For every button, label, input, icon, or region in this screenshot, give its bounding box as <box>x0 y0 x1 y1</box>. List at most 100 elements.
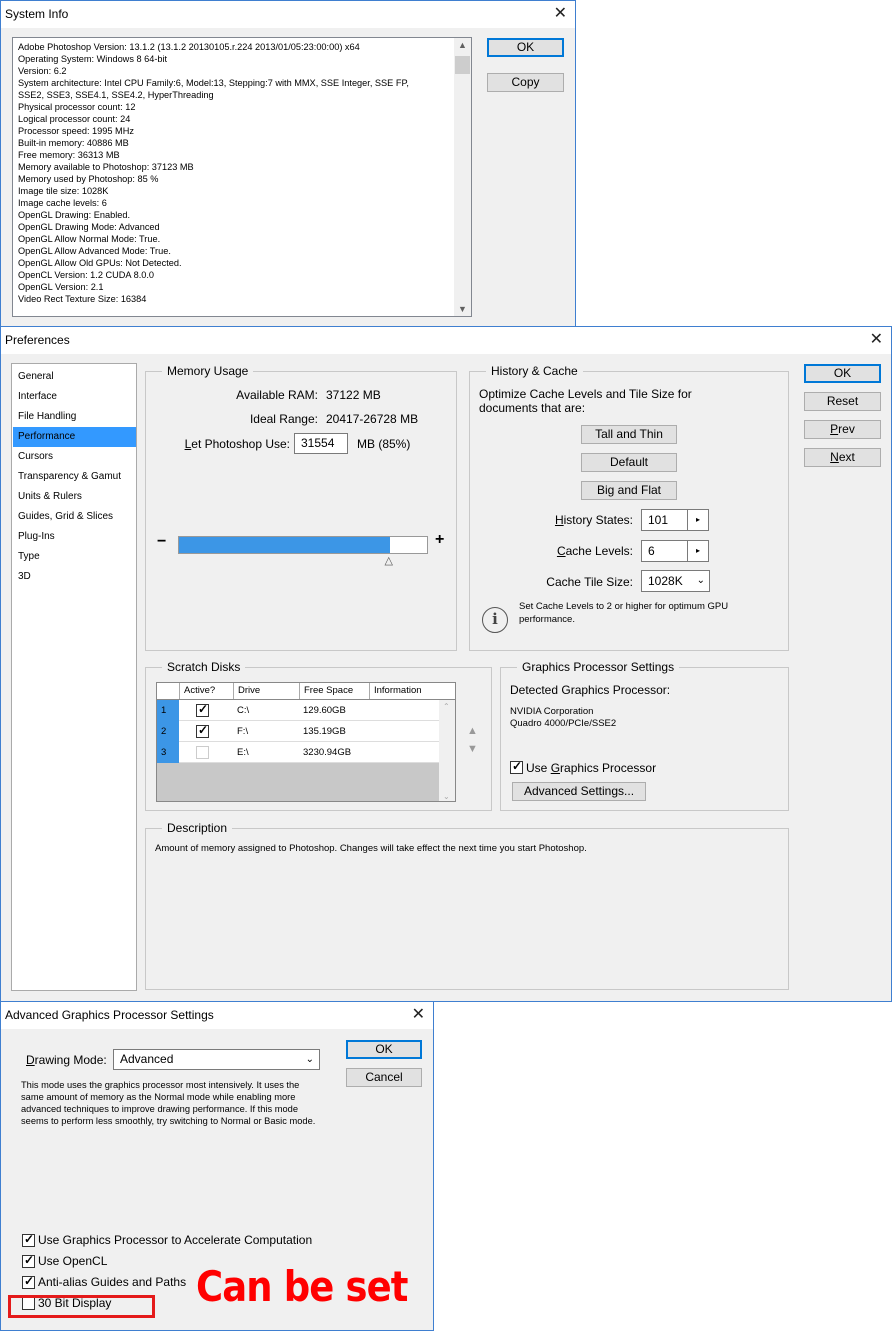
active-checkbox[interactable] <box>196 702 209 717</box>
scratch-col-header[interactable]: Drive <box>233 683 299 699</box>
chevron-down-icon: ⌄ <box>696 575 705 586</box>
minus-icon[interactable]: − <box>157 533 166 551</box>
nav-item-units-rulers[interactable]: Units & Rulers <box>13 487 136 507</box>
preferences-title: Preferences <box>5 333 70 347</box>
table-row[interactable]: 3 E:\ 3230.94GB <box>157 742 441 763</box>
close-icon[interactable]: ✕ <box>870 327 883 354</box>
close-icon[interactable]: ✕ <box>554 1 567 28</box>
cache-levels-input[interactable]: 6 <box>641 540 688 562</box>
move-down-icon[interactable]: ▼ <box>467 743 478 755</box>
system-info-line: OpenGL Drawing: Enabled. <box>18 210 131 220</box>
nav-item-type[interactable]: Type <box>13 547 136 567</box>
scratch-col-header[interactable]: Free Space <box>299 683 369 699</box>
plus-icon[interactable]: + <box>435 531 444 549</box>
option-checkbox[interactable] <box>22 1232 35 1247</box>
prev-label: rev <box>838 422 855 436</box>
let-label-text: et Photoshop Use: <box>191 437 290 451</box>
reset-button[interactable]: Reset <box>804 392 881 411</box>
row-number: 1 <box>157 700 179 721</box>
cache-levels-label: Cache Levels: <box>557 544 633 558</box>
system-info-line: Image cache levels: 6 <box>18 198 107 208</box>
cell-drive: F:\ <box>237 726 249 737</box>
scrollbar[interactable]: ▲ ▼ <box>454 38 471 316</box>
use-gpu-label-rest: raphics Processor <box>560 761 657 775</box>
system-info-line: OpenGL Drawing Mode: Advanced <box>18 222 160 232</box>
graphics-processor-title: Graphics Processor Settings <box>517 660 680 674</box>
memory-slider[interactable] <box>178 536 428 554</box>
use-graphics-processor-label: Use Graphics Processor <box>526 761 656 775</box>
use-graphics-processor-checkbox[interactable] <box>510 759 523 774</box>
tall-and-thin-button[interactable]: Tall and Thin <box>581 425 677 444</box>
advanced-gpu-window: Advanced Graphics Processor Settings ✕ D… <box>0 1001 434 1331</box>
cache-levels-label-text: ache Levels: <box>565 544 633 558</box>
system-info-line: System architecture: Intel CPU Family:6,… <box>18 78 409 88</box>
move-up-icon[interactable]: ▲ <box>467 725 478 737</box>
let-photoshop-use-input[interactable]: 31554 <box>294 433 348 454</box>
slider-thumb-icon[interactable]: △ <box>385 554 393 567</box>
system-info-line: Free memory: 36313 MB <box>18 150 120 160</box>
big-and-flat-button[interactable]: Big and Flat <box>581 481 677 500</box>
preferences-window: Preferences ✕ General Interface File Handl… <box>0 326 892 1002</box>
prev-button[interactable]: Prev <box>804 420 881 439</box>
scroll-thumb[interactable] <box>455 56 470 74</box>
option-checkbox[interactable] <box>22 1253 35 1268</box>
cache-levels-stepper-icon[interactable]: ▸ <box>688 540 709 562</box>
default-button[interactable]: Default <box>581 453 677 472</box>
ok-button[interactable]: OK <box>804 364 881 383</box>
system-info-titlebar: System Info ✕ <box>1 1 575 28</box>
next-button[interactable]: Next <box>804 448 881 467</box>
scratch-col-header[interactable]: Active? <box>179 683 233 699</box>
system-info-line: Memory available to Photoshop: 37123 MB <box>18 162 194 172</box>
nav-item-cursors[interactable]: Cursors <box>13 447 136 467</box>
scroll-down-icon[interactable]: ▼ <box>458 304 467 314</box>
cache-levels-hotkey: C <box>556 544 566 558</box>
nav-item-performance[interactable]: Performance <box>13 427 136 447</box>
active-checkbox[interactable] <box>196 723 209 738</box>
scratch-disks-group: Scratch Disks Active? Drive Free Space Info… <box>145 660 492 811</box>
ok-button[interactable]: OK <box>487 38 564 57</box>
description-text: Amount of memory assigned to Photoshop. … <box>155 843 587 854</box>
history-states-stepper-icon[interactable]: ▸ <box>688 509 709 531</box>
option-label: Use OpenCL <box>38 1254 108 1268</box>
memory-usage-group: Memory Usage Available RAM: 37122 MB Ide… <box>145 364 457 651</box>
cache-optimize-desc: Optimize Cache Levels and Tile Size for … <box>479 387 692 415</box>
cell-free: 3230.94GB <box>303 747 352 758</box>
scratch-col-header[interactable]: Information <box>369 683 455 699</box>
available-ram-value: 37122 MB <box>326 388 381 402</box>
history-states-label-text: istory States: <box>563 513 633 527</box>
system-info-line: OpenGL Allow Advanced Mode: True. <box>18 246 171 256</box>
system-info-line: Built-in memory: 40886 MB <box>18 138 129 148</box>
option-checkbox[interactable] <box>22 1274 35 1289</box>
history-states-input[interactable]: 101 <box>641 509 688 531</box>
table-row[interactable]: 2 F:\ 135.19GB <box>157 721 441 742</box>
nav-item-plug-ins[interactable]: Plug-Ins <box>13 527 136 547</box>
system-info-text[interactable]: Adobe Photoshop Version: 13.1.2 (13.1.2 … <box>12 37 472 317</box>
system-info-line: Version: 6.2 <box>18 66 67 76</box>
cache-tile-size-value: 1028K <box>648 574 683 588</box>
next-label: ext <box>838 450 855 464</box>
scratch-table-scrollbar[interactable]: ⌃ ⌄ <box>439 700 455 801</box>
copy-button[interactable]: Copy <box>487 73 564 92</box>
use-gpu-label-hotkey: G <box>550 761 561 775</box>
table-row[interactable]: 1 C:\ 129.60GB <box>157 700 441 721</box>
nav-item-3d[interactable]: 3D <box>13 567 136 587</box>
info-icon: i <box>482 607 508 633</box>
system-info-line: Logical processor count: 24 <box>18 114 131 124</box>
history-cache-group: History & Cache Optimize Cache Levels an… <box>469 364 789 651</box>
cache-tile-size-select[interactable]: 1028K ⌄ <box>641 570 710 592</box>
history-states-hotkey: H <box>554 513 564 527</box>
scroll-down-icon[interactable]: ⌄ <box>443 792 450 801</box>
nav-item-general[interactable]: General <box>13 367 136 387</box>
nav-item-transparency-gamut[interactable]: Transparency & Gamut <box>13 467 136 487</box>
advanced-settings-button[interactable]: Advanced Settings... <box>512 782 646 801</box>
scroll-up-icon[interactable]: ⌃ <box>443 702 450 711</box>
ideal-range-label: Ideal Range: <box>249 412 318 426</box>
nav-item-guides-grid-slices[interactable]: Guides, Grid & Slices <box>13 507 136 527</box>
description-group: Description Amount of memory assigned to… <box>145 821 789 990</box>
nav-item-file-handling[interactable]: File Handling <box>13 407 136 427</box>
gpu-hint-text: Set Cache Levels to 2 or higher for opti… <box>519 601 729 625</box>
nav-item-interface[interactable]: Interface <box>13 387 136 407</box>
scroll-up-icon[interactable]: ▲ <box>458 40 467 50</box>
detected-gpu-label: Detected Graphics Processor: <box>510 683 671 697</box>
active-checkbox[interactable] <box>196 746 209 759</box>
